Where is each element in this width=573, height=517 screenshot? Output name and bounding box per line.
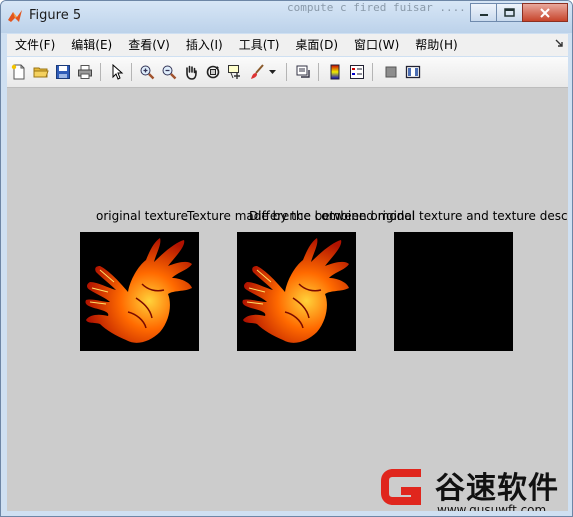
zoom-out-button[interactable] — [159, 62, 179, 82]
menu-tools[interactable]: 工具(T) — [231, 34, 288, 56]
print-button[interactable] — [75, 62, 95, 82]
minimize-icon — [479, 13, 488, 16]
menu-edit[interactable]: 编辑(E) — [63, 34, 120, 56]
window-controls — [470, 3, 568, 23]
matlab-icon — [8, 10, 22, 22]
rotate-3d-icon — [206, 65, 220, 79]
save-button[interactable] — [53, 62, 73, 82]
save-icon — [56, 65, 70, 79]
maximize-button[interactable] — [496, 3, 523, 22]
zoom-in-icon — [140, 65, 155, 80]
menu-bar: 文件(F) 编辑(E) 查看(V) 插入(I) 工具(T) 桌面(D) 窗口(W… — [7, 34, 568, 56]
toolbar-separator — [372, 63, 373, 81]
menu-desktop[interactable]: 桌面(D) — [287, 34, 346, 56]
zoom-in-button[interactable] — [137, 62, 157, 82]
legend-button[interactable] — [347, 62, 367, 82]
colorbar-icon — [330, 64, 340, 80]
data-cursor-icon — [228, 65, 240, 79]
menu-view[interactable]: 查看(V) — [120, 34, 178, 56]
pan-button[interactable] — [181, 62, 201, 82]
menu-file[interactable]: 文件(F) — [7, 34, 63, 56]
watermark-brand: 谷速软件 — [435, 471, 559, 506]
figure-toolbar — [7, 57, 568, 88]
window-title: Figure 5 — [29, 8, 82, 23]
menu-window[interactable]: 窗口(W) — [346, 34, 407, 56]
folder-icon — [33, 67, 49, 78]
background-window-text: compute c fired fuisar .... — [287, 1, 466, 14]
axes-combined-model[interactable] — [237, 232, 356, 351]
printer-icon — [78, 65, 92, 79]
open-file-button[interactable] — [31, 62, 51, 82]
title-bar[interactable]: Figure 5 compute c fired fuisar .... — [1, 1, 572, 33]
watermark-url: www.gusuwft.com — [437, 503, 547, 511]
dock-arrow-icon[interactable] — [554, 38, 564, 48]
axes-title-original: original texture — [96, 209, 189, 223]
toolbar-separator — [318, 63, 319, 81]
maximize-icon — [504, 8, 515, 17]
zoom-out-icon — [162, 65, 177, 80]
show-plot-tools-icon — [405, 65, 421, 79]
chevron-down-icon — [268, 69, 276, 74]
new-file-icon — [11, 64, 25, 80]
link-plot-icon — [296, 65, 310, 78]
rotate-3d-button[interactable] — [203, 62, 223, 82]
close-icon — [540, 7, 550, 18]
hand-icon — [186, 65, 197, 80]
brush-dropdown[interactable] — [265, 62, 279, 82]
hand-texture-image — [85, 238, 192, 343]
arrow-pointer-icon — [112, 64, 124, 80]
show-plot-tools-button[interactable] — [403, 62, 423, 82]
menu-insert[interactable]: 插入(I) — [178, 34, 231, 56]
menu-help[interactable]: 帮助(H) — [407, 34, 465, 56]
hand-texture-image — [242, 238, 349, 343]
brush-icon — [251, 64, 264, 79]
legend-icon — [350, 65, 364, 79]
figure-canvas: original texture Texture made by the com… — [7, 88, 568, 511]
colorbar-button[interactable] — [325, 62, 345, 82]
axes-difference[interactable] — [394, 232, 513, 351]
hide-plot-tools-button[interactable] — [381, 62, 401, 82]
axes-original-texture[interactable] — [80, 232, 199, 351]
link-plot-button[interactable] — [293, 62, 313, 82]
brush-button[interactable] — [247, 62, 267, 82]
toolbar-separator — [131, 63, 132, 81]
hide-plot-tools-icon — [385, 66, 397, 78]
figure-window: Figure 5 compute c fired fuisar .... 文件(… — [0, 0, 573, 517]
watermark: 谷速软件 www.gusuwft.com — [377, 461, 568, 511]
edit-plot-button[interactable] — [107, 62, 127, 82]
toolbar-separator — [100, 63, 101, 81]
brand-logo-icon — [381, 469, 421, 505]
new-figure-button[interactable] — [9, 62, 29, 82]
minimize-button[interactable] — [470, 3, 497, 22]
axes-title-difference: Difference between original texture and … — [249, 209, 568, 223]
close-button[interactable] — [522, 3, 568, 22]
toolbar-separator — [286, 63, 287, 81]
data-cursor-button[interactable] — [225, 62, 245, 82]
